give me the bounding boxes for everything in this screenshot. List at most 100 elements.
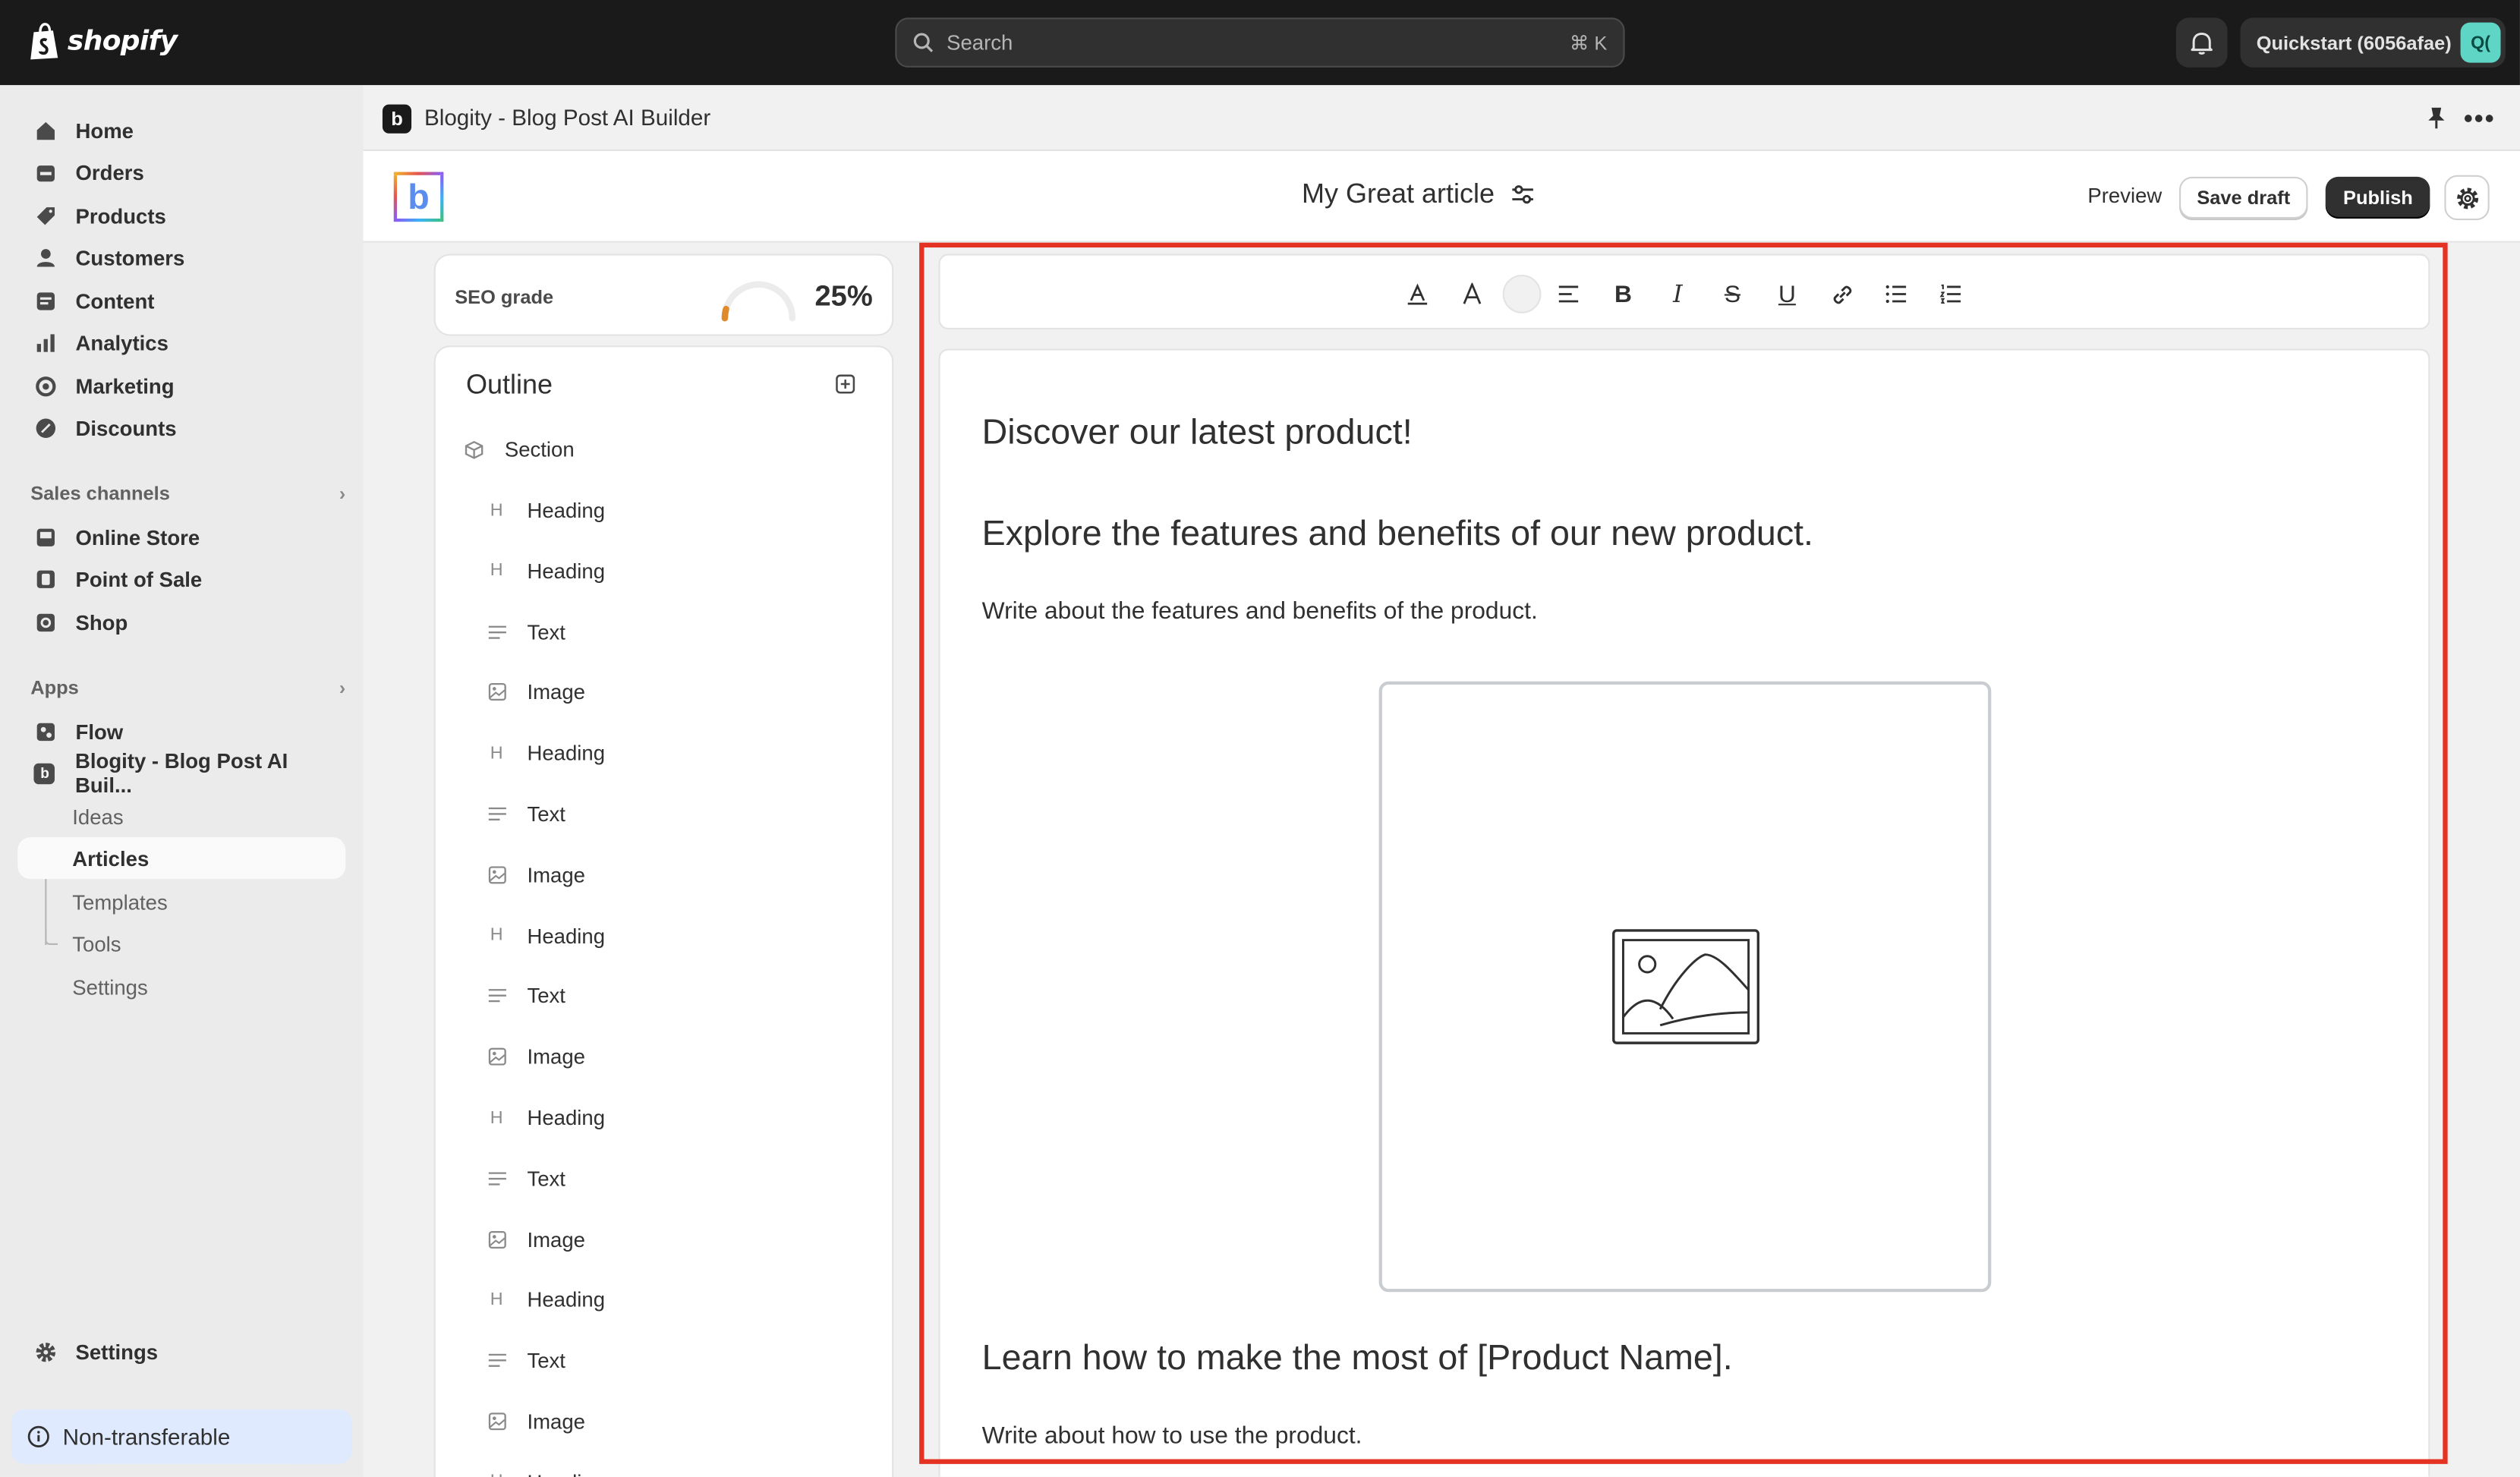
sidebar-item-analytics[interactable]: Analytics — [17, 321, 345, 363]
sidebar-item-home[interactable]: Home — [17, 109, 345, 151]
outline-item-label: Heading — [527, 1105, 606, 1130]
underline-icon[interactable]: U — [1771, 278, 1803, 310]
heading-icon: H — [490, 925, 503, 946]
sidebar-item-label: Home — [75, 118, 134, 143]
sidebar-item-products[interactable]: Products — [17, 194, 345, 236]
content-heading-3[interactable]: Learn how to make the most of [Product N… — [982, 1337, 1733, 1379]
seo-grade-label: SEO grade — [455, 285, 554, 309]
notifications-button[interactable] — [2175, 17, 2228, 68]
outline-item-label: Image — [527, 680, 585, 705]
sidebar-item-marketing[interactable]: Marketing — [17, 365, 345, 407]
article-editor[interactable]: Discover our latest product! Explore the… — [938, 348, 2430, 1477]
outline-item-label: Text — [527, 619, 565, 644]
outline-item[interactable]: H Heading — [485, 1288, 605, 1312]
add-block-icon[interactable] — [836, 374, 855, 394]
outline-item[interactable]: Image — [485, 1045, 585, 1069]
outline-item[interactable]: Image — [485, 680, 585, 704]
chevron-right-icon: › — [339, 482, 346, 505]
sidebar-subitem-ideas[interactable]: Ideas — [17, 795, 345, 837]
outline-item[interactable]: H Heading — [485, 741, 605, 765]
sidebar-item-label: Articles — [72, 846, 150, 871]
heading-icon: H — [490, 743, 503, 764]
italic-icon[interactable]: I — [1662, 278, 1693, 310]
sidebar-subitem-templates[interactable]: Templates — [17, 880, 345, 922]
sidebar-item-blogity[interactable]: b Blogity - Blog Post AI Buil... — [17, 749, 345, 797]
sidebar-item-label: Settings — [75, 1339, 159, 1364]
apps-header[interactable]: Apps › — [30, 676, 345, 699]
content-paragraph-2[interactable]: Write about how to use the product. — [982, 1422, 1362, 1450]
bar-chart-icon — [33, 331, 56, 354]
outline-item[interactable]: Text — [485, 802, 565, 826]
sidebar-item-online-store[interactable]: Online Store — [17, 516, 345, 558]
sidebar-item-flow[interactable]: Flow — [17, 710, 345, 752]
font-size-icon[interactable] — [1456, 278, 1488, 310]
save-draft-button[interactable]: Save draft — [2179, 176, 2308, 219]
screen: shopify Search ⌘ K Quickstart (6056afae)… — [0, 0, 2520, 1477]
sidebar-item-settings[interactable]: Settings — [17, 1331, 345, 1372]
content-paragraph-1[interactable]: Write about the features and benefits of… — [982, 598, 1538, 625]
sidebar-item-content[interactable]: Content — [17, 279, 345, 321]
sidebar-subitem-settings[interactable]: Settings — [17, 965, 345, 1007]
sidebar-item-orders[interactable]: Orders — [17, 151, 345, 193]
outline-item[interactable]: Text — [485, 619, 565, 644]
outline-item[interactable]: H Heading — [485, 924, 605, 948]
sidebar-item-label: Discounts — [75, 415, 177, 440]
store-avatar: Q( — [2460, 22, 2501, 63]
numbered-list-icon[interactable] — [1935, 278, 1967, 310]
sidebar-item-label: Online Store — [75, 524, 200, 550]
image-icon — [485, 1046, 508, 1069]
outline-item[interactable]: H Heading — [485, 1106, 605, 1130]
search-icon — [913, 33, 934, 52]
sidebar-item-shop[interactable]: Shop — [17, 601, 345, 643]
outline-section[interactable]: Section — [463, 437, 575, 461]
outline-item[interactable]: Image — [485, 1409, 585, 1434]
outline-item[interactable]: Text — [485, 984, 565, 1008]
content-heading-2[interactable]: Explore the features and benefits of our… — [982, 512, 1813, 554]
preview-button[interactable]: Preview — [2077, 177, 2174, 214]
sidebar-subitem-articles[interactable]: Articles — [17, 837, 346, 880]
info-icon — [27, 1425, 50, 1448]
settings-button[interactable] — [2444, 175, 2490, 221]
sidebar-item-label: Analytics — [75, 330, 169, 354]
outline-title: Outline — [466, 369, 553, 401]
outline-item-label: Text — [527, 1348, 565, 1373]
shopify-logo[interactable]: shopify — [29, 23, 178, 61]
bulleted-list-icon[interactable] — [1880, 278, 1912, 310]
non-transferable-badge[interactable]: Non-transferable — [11, 1409, 352, 1464]
sliders-icon[interactable] — [1510, 183, 1535, 206]
sidebar-item-discounts[interactable]: Discounts — [17, 407, 345, 449]
outline-item-label: Heading — [527, 1470, 605, 1477]
search-placeholder: Search — [947, 30, 1013, 55]
text-color-icon[interactable] — [1401, 278, 1433, 310]
outline-item[interactable]: Image — [485, 863, 585, 887]
gear-icon — [2456, 187, 2478, 209]
link-icon[interactable] — [1825, 278, 1857, 310]
editor-header: b My Great article Preview Save draft Pu… — [363, 151, 2520, 243]
outline-item[interactable]: Image — [485, 1227, 585, 1252]
more-actions-icon[interactable]: ••• — [2464, 106, 2496, 135]
sales-channels-header[interactable]: Sales channels › — [30, 482, 345, 505]
sidebar-subitem-tools[interactable]: Tools — [17, 922, 345, 964]
strikethrough-icon[interactable]: S — [1716, 278, 1748, 310]
outline-item-label: Text — [527, 1166, 565, 1191]
app-title-bar: b Blogity - Blog Post AI Builder ••• — [363, 85, 2520, 152]
sidebar-item-label: Content — [75, 288, 155, 313]
outline-item[interactable]: Text — [485, 1166, 565, 1191]
highlight-color-swatch[interactable] — [1502, 275, 1542, 313]
outline-item[interactable]: H Heading — [485, 1470, 605, 1477]
bold-icon[interactable]: B — [1607, 278, 1639, 310]
outline-item[interactable]: H Heading — [485, 559, 605, 583]
outline-item[interactable]: H Heading — [485, 498, 605, 522]
publish-button[interactable]: Publish — [2325, 176, 2431, 219]
store-switcher[interactable]: Quickstart (6056afae) Q( — [2240, 17, 2506, 68]
sidebar-item-point-of-sale[interactable]: Point of Sale — [17, 558, 345, 600]
outline-item[interactable]: Text — [485, 1349, 565, 1373]
search-input[interactable]: Search ⌘ K — [895, 17, 1625, 68]
format-toolbar: B I S U — [938, 254, 2430, 330]
image-placeholder[interactable] — [1378, 681, 1992, 1293]
align-left-icon[interactable] — [1552, 278, 1584, 310]
content-heading-1[interactable]: Discover our latest product! — [982, 411, 1413, 453]
article-title[interactable]: My Great article — [1302, 178, 1535, 210]
pin-icon[interactable] — [2427, 106, 2446, 137]
sidebar-item-customers[interactable]: Customers — [17, 236, 345, 278]
